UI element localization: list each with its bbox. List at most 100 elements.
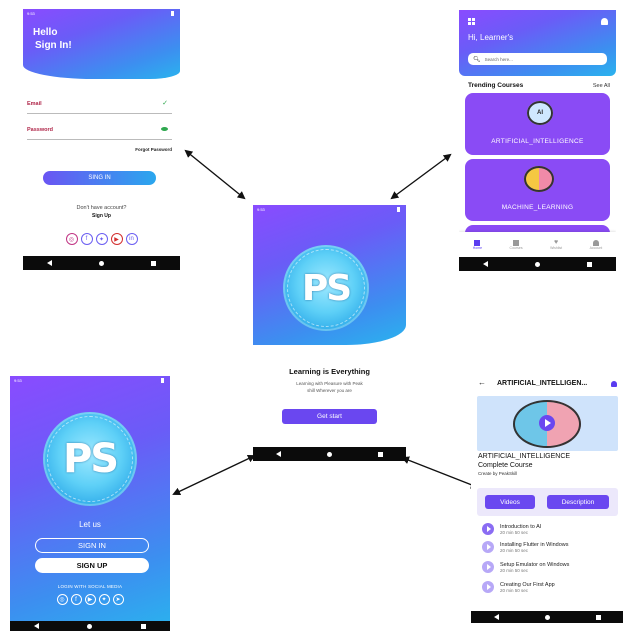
twitter-icon[interactable]: ✦: [95, 233, 108, 245]
youtube-icon[interactable]: ▶: [84, 594, 96, 605]
home-icon[interactable]: [327, 451, 332, 457]
status-time: 9:53: [14, 378, 22, 383]
battery-icon: [397, 207, 400, 212]
instagram-icon[interactable]: ◎: [65, 233, 78, 245]
logo-text: PS: [62, 436, 119, 482]
splash-hero: 9:53 PS: [253, 205, 406, 345]
youtube-icon[interactable]: ▶: [110, 233, 123, 245]
lesson-item[interactable]: Setup Emulator on Windows 20 min 50 sec: [482, 559, 569, 575]
signin-button[interactable]: SIGN IN: [35, 538, 149, 553]
home-icon[interactable]: [534, 261, 540, 267]
back-icon[interactable]: [46, 260, 52, 266]
instagram-icon[interactable]: ◎: [56, 594, 68, 605]
recents-icon[interactable]: [151, 260, 157, 266]
email-field[interactable]: Email ✓: [27, 99, 172, 114]
ps-logo: PS: [43, 412, 137, 506]
let-us-text: Let us: [79, 520, 101, 529]
recents-icon[interactable]: [378, 451, 383, 457]
get-start-button[interactable]: Get start: [282, 409, 377, 424]
social-icons: ◎ f ▶ ✦ ➤: [10, 594, 170, 605]
course-title: MACHINE_LEARNING: [501, 204, 574, 211]
play-icon: [545, 419, 551, 427]
forgot-password-link[interactable]: Forgot Password: [135, 147, 172, 152]
signup-button[interactable]: SIGN UP: [35, 558, 149, 573]
menu-grid-icon[interactable]: [468, 18, 475, 25]
lesson-item[interactable]: Installing Flutter in Windows 20 min 50 s…: [482, 539, 568, 555]
section-title: Trending Courses: [468, 82, 524, 89]
home-header: Hi, Learner's 🔍︎ Search here...: [459, 10, 616, 76]
play-icon: [482, 523, 494, 535]
nav-wishlist[interactable]: ♥ Wishlist: [550, 239, 562, 250]
telegram-icon[interactable]: ➤: [112, 594, 124, 605]
back-icon[interactable]: [276, 451, 281, 457]
email-label: Email: [27, 101, 42, 107]
arrow-home-splash: [390, 153, 452, 200]
course-screen: ← ARTIFICIAL_INTELLIGEN... ARTIFICIAL_IN…: [471, 375, 623, 623]
back-icon[interactable]: [494, 614, 499, 620]
splash-subtitle-1: Learning with Pleasure with Peak: [296, 381, 363, 386]
battery-icon: [171, 11, 174, 16]
tabs-panel: Videos Description: [477, 488, 618, 516]
home-icon[interactable]: [87, 623, 93, 629]
signin-button[interactable]: SING IN: [43, 171, 156, 185]
course-card-ml[interactable]: MACHINE_LEARNING: [465, 159, 610, 221]
linkedin-icon[interactable]: in: [125, 233, 138, 245]
greeting-line2: Sign In!: [35, 40, 72, 51]
home-screen: Hi, Learner's 🔍︎ Search here... Trending…: [459, 10, 616, 271]
facebook-icon[interactable]: f: [70, 594, 82, 605]
course-thumbnail[interactable]: [477, 396, 618, 451]
arrow-course-splash: [401, 456, 479, 489]
search-icon: 🔍︎: [473, 56, 481, 63]
password-label: Password: [27, 127, 53, 133]
greeting-line1: Hello: [33, 27, 58, 38]
home-icon[interactable]: [98, 260, 104, 266]
search-input[interactable]: 🔍︎ Search here...: [468, 53, 607, 65]
ml-brain-icon: [524, 166, 554, 192]
status-time: 9:53: [257, 207, 265, 212]
bell-icon[interactable]: [611, 381, 617, 387]
tab-videos[interactable]: Videos: [485, 495, 535, 509]
signin-header: 9:53 Hello Sign In!: [23, 9, 180, 79]
home-icon[interactable]: [545, 614, 550, 620]
eye-icon[interactable]: [161, 127, 168, 131]
search-placeholder: Search here...: [484, 56, 513, 62]
nav-account[interactable]: Account: [590, 239, 602, 250]
recents-icon[interactable]: [587, 261, 593, 267]
recents-icon[interactable]: [140, 623, 146, 629]
home-greeting: Hi, Learner's: [468, 33, 514, 42]
created-by: Create by PeakSkill: [478, 471, 518, 476]
android-nav-bar: [459, 257, 616, 271]
facebook-icon[interactable]: f: [80, 233, 93, 245]
arrow-signin-splash: [184, 149, 246, 200]
course-card-ai[interactable]: AI ARTIFICIAL_INTELLIGENCE: [465, 93, 610, 155]
play-icon: [482, 541, 494, 553]
signup-link[interactable]: Sign Up: [23, 213, 180, 219]
play-icon: [482, 581, 494, 593]
tab-description[interactable]: Description: [547, 495, 609, 509]
logo-text: PS: [301, 267, 352, 309]
splash-heading: Learning is Everything: [289, 367, 370, 376]
recents-icon[interactable]: [596, 614, 601, 620]
ai-brain-icon: AI: [527, 101, 553, 125]
password-field[interactable]: Password: [27, 125, 172, 140]
bell-icon[interactable]: [601, 18, 608, 25]
twitter-icon[interactable]: ✦: [98, 594, 110, 605]
splash-subtitle-2: shill Wherever you are: [307, 388, 352, 393]
android-nav-bar: [253, 447, 406, 461]
android-nav-bar: [10, 621, 170, 631]
course-title-1: ARTIFICIAL_INTELLIGENCE: [478, 453, 571, 460]
play-button[interactable]: [539, 415, 555, 431]
lesson-item[interactable]: Creating Our First App 20 min 50 sec: [482, 579, 555, 595]
nav-courses[interactable]: Courses: [510, 239, 523, 250]
play-icon: [482, 561, 494, 573]
nav-home[interactable]: Home: [473, 239, 482, 250]
back-icon[interactable]: [34, 623, 40, 629]
see-all-link[interactable]: See All: [593, 83, 610, 89]
battery-icon: [161, 378, 164, 383]
back-arrow-icon[interactable]: ←: [478, 378, 486, 387]
lesson-item[interactable]: Introduction to AI 20 min 50 sec: [482, 521, 541, 537]
header-title: ARTIFICIAL_INTELLIGEN...: [497, 380, 588, 387]
bottom-nav: Home Courses ♥ Wishlist Account: [459, 232, 616, 257]
back-icon[interactable]: [482, 261, 488, 267]
ps-logo: PS: [283, 245, 369, 331]
